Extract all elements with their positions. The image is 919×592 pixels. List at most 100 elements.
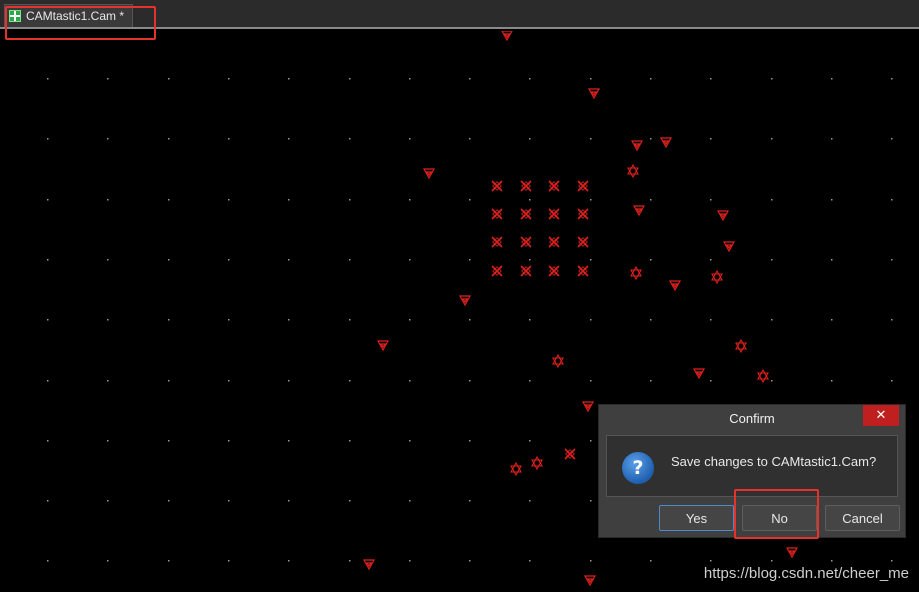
grid-dot	[831, 199, 833, 201]
cross-marker	[577, 265, 589, 277]
grid-dot	[409, 500, 411, 502]
grid-dot	[831, 138, 833, 140]
grid-dot	[47, 440, 49, 442]
grid-dot	[650, 319, 652, 321]
grid-dot	[590, 560, 592, 562]
grid-dot	[228, 199, 230, 201]
dialog-title: Confirm	[729, 411, 775, 426]
grid-dot	[107, 560, 109, 562]
grid-dot	[409, 319, 411, 321]
grid-dot	[168, 500, 170, 502]
grid-dot	[409, 138, 411, 140]
grid-dot	[288, 319, 290, 321]
grid-dot	[469, 199, 471, 201]
dialog-message-panel: ? Save changes to CAMtastic1.Cam?	[606, 435, 898, 497]
dialog-titlebar[interactable]: Confirm ✕	[599, 405, 905, 433]
cross-marker	[520, 208, 532, 220]
grid-dot	[710, 199, 712, 201]
close-button[interactable]: ✕	[863, 405, 899, 426]
grid-dot	[650, 78, 652, 80]
grid-dot	[710, 138, 712, 140]
cross-marker	[520, 180, 532, 192]
grid-dot	[349, 259, 351, 261]
grid-dot	[590, 440, 592, 442]
triangle-marker	[587, 88, 601, 100]
cross-marker	[577, 208, 589, 220]
triangle-marker	[583, 575, 597, 587]
grid-dot	[529, 319, 531, 321]
grid-dot	[107, 500, 109, 502]
grid-dot	[168, 380, 170, 382]
grid-dot	[409, 440, 411, 442]
grid-dot	[710, 560, 712, 562]
grid-dot	[168, 440, 170, 442]
question-icon: ?	[622, 452, 654, 484]
grid-dot	[228, 560, 230, 562]
grid-dot	[710, 380, 712, 382]
grid-dot	[288, 560, 290, 562]
grid-dot	[469, 380, 471, 382]
cross-marker	[548, 236, 560, 248]
cross-marker	[564, 448, 576, 460]
grid-dot	[47, 138, 49, 140]
grid-dot	[650, 138, 652, 140]
grid-dot	[409, 78, 411, 80]
grid-dot	[168, 199, 170, 201]
close-icon: ✕	[875, 408, 887, 423]
grid-dot	[107, 380, 109, 382]
grid-dot	[831, 259, 833, 261]
grid-dot	[469, 440, 471, 442]
yes-button[interactable]: Yes	[659, 505, 734, 531]
grid-dot	[47, 259, 49, 261]
triangle-marker	[659, 137, 673, 149]
no-button[interactable]: No	[742, 505, 817, 531]
triangle-marker	[630, 140, 644, 152]
grid-dot	[529, 138, 531, 140]
triangle-marker	[362, 559, 376, 571]
star-marker	[735, 338, 747, 354]
grid-dot	[349, 560, 351, 562]
grid-dot	[288, 78, 290, 80]
grid-dot	[469, 259, 471, 261]
grid-dot	[288, 500, 290, 502]
grid-dot	[228, 380, 230, 382]
grid-dot	[590, 380, 592, 382]
grid-dot	[349, 500, 351, 502]
cross-marker	[577, 236, 589, 248]
grid-dot	[529, 440, 531, 442]
grid-dot	[590, 259, 592, 261]
cross-marker	[491, 208, 503, 220]
grid-dot	[107, 138, 109, 140]
grid-dot	[891, 78, 893, 80]
cross-marker	[548, 208, 560, 220]
watermark-text: https://blog.csdn.net/cheer_me	[703, 565, 909, 582]
grid-dot	[47, 500, 49, 502]
grid-dot	[168, 78, 170, 80]
cancel-button[interactable]: Cancel	[825, 505, 900, 531]
grid-dot	[590, 199, 592, 201]
grid-dot	[47, 560, 49, 562]
document-tab-bar: CAMtastic1.Cam *	[0, 0, 919, 29]
grid-dot	[107, 199, 109, 201]
grid-dot	[831, 319, 833, 321]
triangle-marker	[581, 401, 595, 413]
document-tab[interactable]: CAMtastic1.Cam *	[4, 4, 134, 27]
triangle-marker	[376, 340, 390, 352]
grid-dot	[590, 319, 592, 321]
cross-marker	[520, 265, 532, 277]
grid-dot	[288, 138, 290, 140]
grid-dot	[47, 319, 49, 321]
grid-dot	[710, 78, 712, 80]
grid-dot	[771, 138, 773, 140]
grid-dot	[771, 199, 773, 201]
grid-dot	[409, 259, 411, 261]
grid-dot	[831, 560, 833, 562]
grid-dot	[288, 259, 290, 261]
star-marker	[510, 461, 522, 477]
grid-dot	[831, 380, 833, 382]
grid-dot	[529, 380, 531, 382]
cross-marker	[577, 180, 589, 192]
grid-dot	[650, 259, 652, 261]
grid-dot	[650, 380, 652, 382]
grid-dot	[469, 319, 471, 321]
